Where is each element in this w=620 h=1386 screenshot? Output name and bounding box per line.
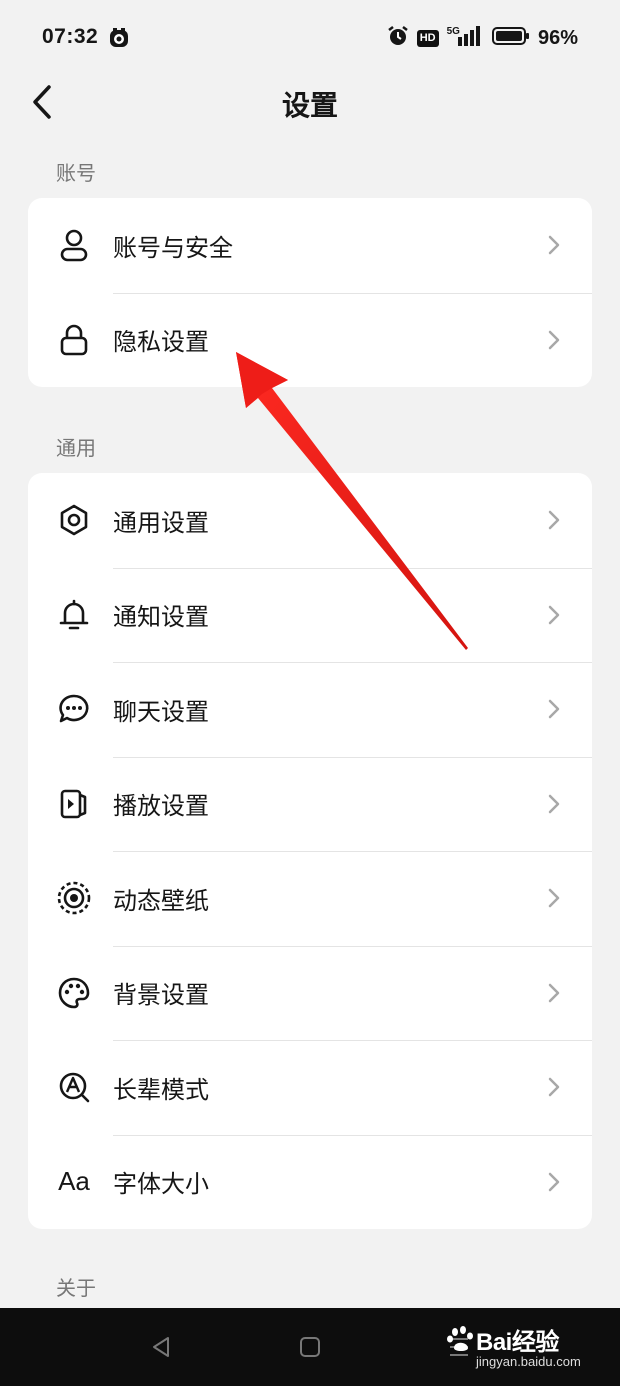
menu-item-label: 通知设置 [113,603,209,632]
user-icon [56,227,92,263]
chevron-right-icon [548,1078,560,1097]
general-card: 通用设置 通知设置 聊天设置 播放设置 动态壁纸 背景设置 长辈模式 Aa 字体… [28,473,592,1229]
square-home-icon [300,1337,320,1357]
menu-item-chat-settings[interactable]: 聊天设置 [28,662,592,757]
menu-item-playback-settings[interactable]: 播放设置 [28,756,592,852]
play-icon [56,786,92,822]
paw-logo-icon [447,1326,473,1351]
font-size-glyph: Aa [58,1166,90,1197]
chevron-right-icon [548,1172,560,1191]
watermark-url: jingyan.baidu.com [476,1354,581,1369]
wallpaper-icon [56,880,92,916]
menu-item-label: 隐私设置 [113,328,209,357]
triangle-back-icon [153,1337,169,1357]
section-header-about: 关于 [56,1276,96,1300]
gear-icon [56,502,92,538]
menu-item-label: 背景设置 [113,981,209,1010]
baidu-watermark: Bai经验 jingyan.baidu.com [446,1322,596,1372]
font-size-icon: Aa [56,1164,92,1200]
chevron-right-icon [548,511,560,530]
nav-home-button[interactable] [295,1332,325,1362]
battery-percent: 96% [537,26,578,49]
network-label: 5G [446,25,460,37]
account-card: 账号与安全 隐私设置 [28,198,592,387]
status-time: 07:32 [42,25,99,48]
menu-item-label: 播放设置 [113,792,209,821]
chevron-right-icon [548,889,560,908]
menu-item-general-settings[interactable]: 通用设置 [28,473,592,568]
menu-item-account-security[interactable]: 账号与安全 [28,198,592,293]
notification-icon [108,27,130,49]
alarm-icon [387,25,409,51]
menu-item-elder-mode[interactable]: 长辈模式 [28,1040,592,1135]
status-bar: 07:32 HD 5G 96% [0,0,620,76]
chat-bubble-icon [56,691,92,727]
menu-item-label: 动态壁纸 [113,886,209,915]
chevron-right-icon [548,330,560,349]
menu-item-live-wallpaper[interactable]: 动态壁纸 [28,851,592,946]
status-icons: HD 5G 96% [387,25,578,51]
menu-item-label: 聊天设置 [113,697,209,726]
menu-item-label: 账号与安全 [113,233,233,262]
menu-item-privacy[interactable]: 隐私设置 [28,292,592,388]
page-title: 设置 [281,89,338,122]
bell-icon [56,597,92,633]
chevron-right-icon [548,983,560,1002]
chevron-right-icon [548,794,560,813]
menu-item-notification-settings[interactable]: 通知设置 [28,567,592,663]
menu-item-background-settings[interactable]: 背景设置 [28,945,592,1041]
menu-item-font-size[interactable]: Aa 字体大小 [28,1134,592,1230]
elder-mode-icon [56,1069,92,1105]
lock-icon [56,322,92,358]
battery-icon [491,26,530,50]
watermark-brand: Bai经验 [476,1329,559,1356]
chevron-right-icon [548,236,560,255]
menu-item-label: 字体大小 [113,1170,209,1199]
chevron-right-icon [548,605,560,624]
menu-item-label: 通用设置 [113,508,209,537]
palette-icon [56,975,92,1011]
hd-icon: HD [416,29,439,47]
section-header-general: 通用 [56,436,96,460]
chevron-right-icon [548,700,560,719]
menu-item-label: 长辈模式 [113,1075,209,1104]
title-bar: 设置 [0,76,620,128]
nav-back-button[interactable] [146,1332,176,1362]
section-header-account: 账号 [56,161,96,185]
